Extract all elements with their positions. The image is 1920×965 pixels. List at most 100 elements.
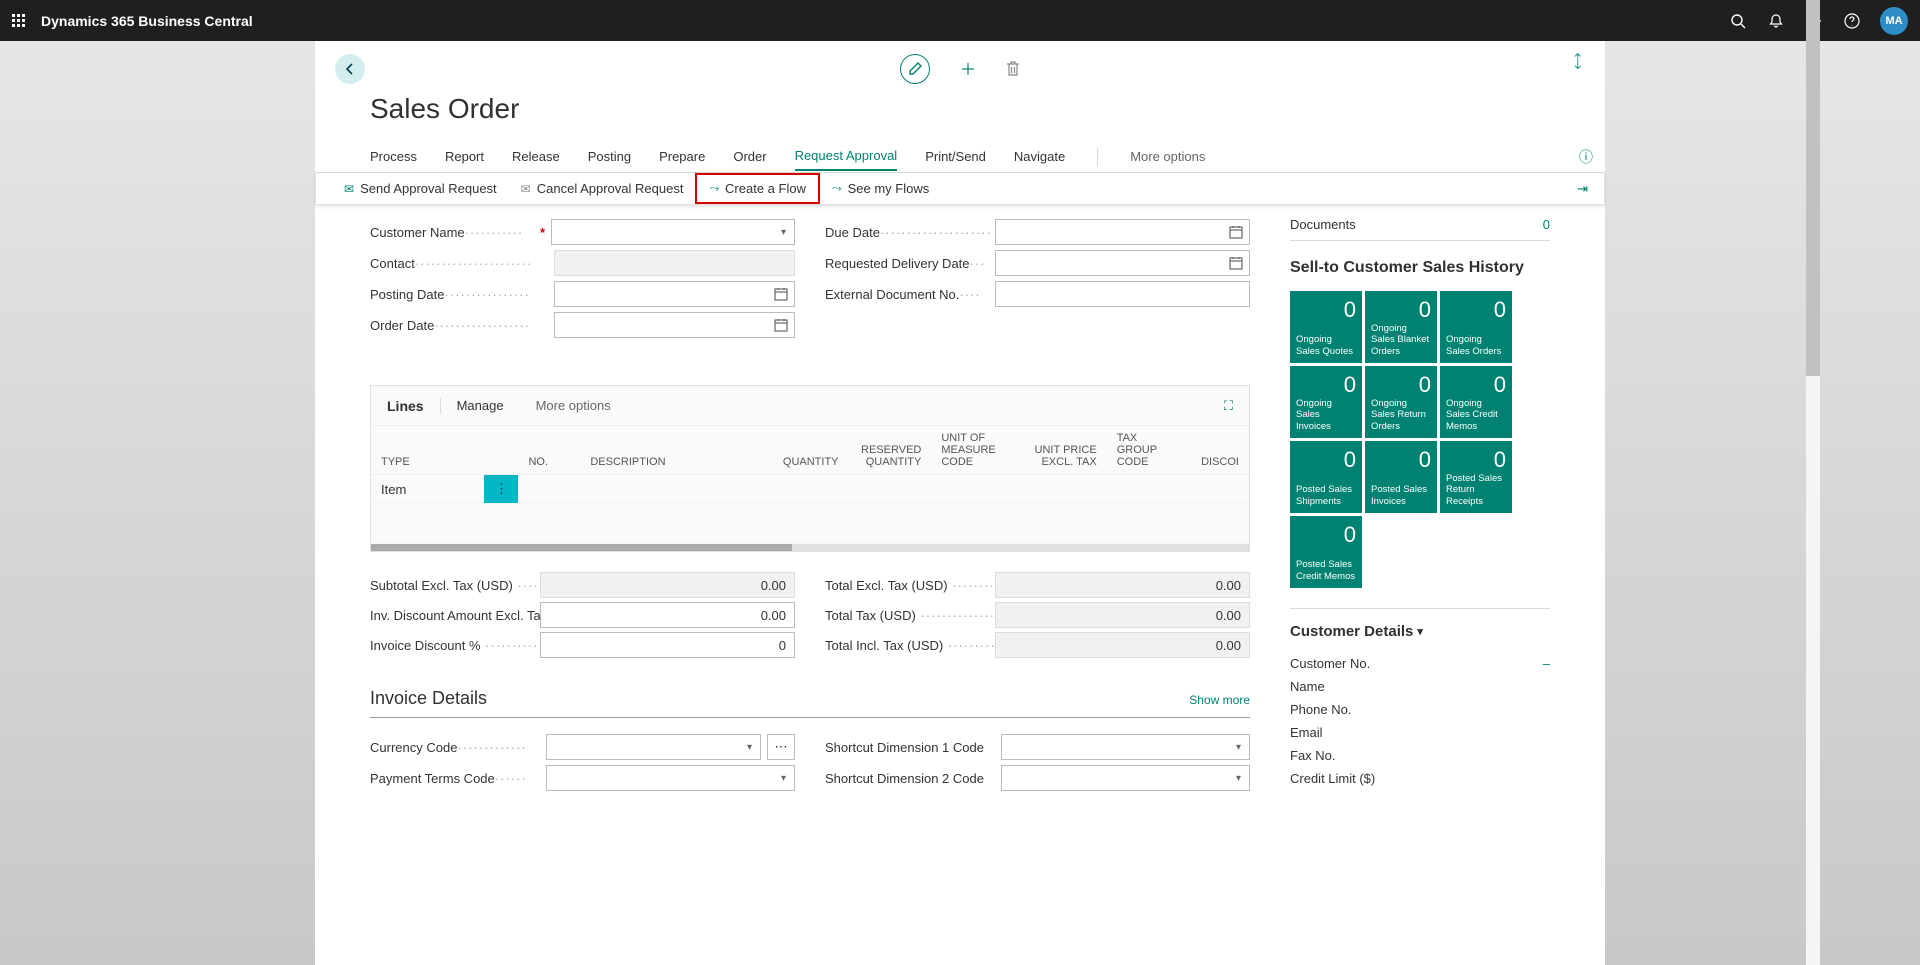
invdisc-input[interactable]: 0.00 <box>540 602 795 628</box>
see-my-flows[interactable]: ⤳ See my Flows <box>820 173 941 204</box>
avatar[interactable]: MA <box>1880 7 1908 35</box>
action-tabs: Process Report Release Posting Prepare O… <box>315 141 1605 173</box>
tab-print-send[interactable]: Print/Send <box>925 143 986 170</box>
tab-process[interactable]: Process <box>370 143 417 170</box>
label-customer-name: Customer Name <box>370 225 540 240</box>
tab-posting[interactable]: Posting <box>588 143 631 170</box>
label-req-delivery: Requested Delivery Date <box>825 256 995 271</box>
payment-input[interactable]: ▾ <box>546 765 795 791</box>
tile[interactable]: 0Posted Sales Shipments <box>1290 441 1362 513</box>
invoice-details-title[interactable]: Invoice Details <box>370 688 487 709</box>
col-unitprice[interactable]: UNIT PRICE EXCL. TAX <box>1014 426 1107 475</box>
create-a-flow[interactable]: ⤳ Create a Flow <box>695 173 820 204</box>
label-totexcl: Total Excl. Tax (USD) <box>825 578 995 593</box>
ellipsis-button[interactable]: ⋯ <box>767 734 795 760</box>
posting-date-input[interactable] <box>554 281 795 307</box>
horizontal-scrollbar[interactable] <box>371 544 1249 551</box>
label-totincl: Total Incl. Tax (USD) <box>825 638 995 653</box>
label-dim2: Shortcut Dimension 2 Code <box>825 771 995 786</box>
send-icon: ✉ <box>344 182 354 196</box>
col-taxgroup[interactable]: TAX GROUP CODE <box>1107 426 1190 475</box>
dim2-input[interactable]: ▾ <box>1001 765 1250 791</box>
customer-name-input[interactable]: ▾ <box>551 219 795 245</box>
calendar-icon <box>1229 256 1243 270</box>
col-desc[interactable]: DESCRIPTION <box>580 426 766 475</box>
documents-label[interactable]: Documents <box>1290 217 1356 232</box>
tab-release[interactable]: Release <box>512 143 560 170</box>
page-title: Sales Order <box>315 87 1605 141</box>
bell-icon[interactable] <box>1766 11 1786 31</box>
dim1-input[interactable]: ▾ <box>1001 734 1250 760</box>
help-icon[interactable] <box>1842 11 1862 31</box>
vertical-scrollbar[interactable] <box>1806 0 1820 965</box>
cust-row[interactable]: Customer No.– <box>1290 652 1550 675</box>
tile[interactable]: 0Ongoing Sales Credit Memos <box>1440 366 1512 438</box>
tab-request-approval[interactable]: Request Approval <box>795 142 898 171</box>
documents-count[interactable]: 0 <box>1543 217 1550 232</box>
back-button[interactable] <box>335 54 365 84</box>
required-icon: * <box>540 225 545 240</box>
label-invdisc: Inv. Discount Amount Excl. Tax (... <box>370 608 540 623</box>
tab-navigate[interactable]: Navigate <box>1014 143 1065 170</box>
app-name: Dynamics 365 Business Central <box>41 13 253 29</box>
row-menu-icon[interactable]: ⋮ <box>484 475 518 504</box>
cust-row[interactable]: Phone No. <box>1290 698 1550 721</box>
chevron-down-icon: ▾ <box>781 227 786 238</box>
new-button[interactable] <box>960 61 976 77</box>
col-disc[interactable]: DISCOI <box>1189 426 1249 475</box>
order-date-input[interactable] <box>554 312 795 338</box>
table-row[interactable]: Item ⋮ <box>371 475 1249 504</box>
label-posting-date: Posting Date <box>370 287 540 302</box>
chevron-down-icon: ▾ <box>1236 742 1241 753</box>
tile[interactable]: 0Posted Sales Credit Memos <box>1290 516 1362 588</box>
subtotal-value: 0.00 <box>540 572 795 598</box>
cust-row[interactable]: Fax No. <box>1290 744 1550 767</box>
edit-button[interactable] <box>900 54 930 84</box>
ext-doc-input[interactable] <box>995 281 1250 307</box>
tile[interactable]: 0Ongoing Sales Invoices <box>1290 366 1362 438</box>
info-icon[interactable]: ⓘ <box>1579 147 1593 167</box>
col-uom[interactable]: UNIT OF MEASURE CODE <box>931 426 1014 475</box>
tile[interactable]: 0Ongoing Sales Return Orders <box>1365 366 1437 438</box>
tile[interactable]: 0Ongoing Sales Quotes <box>1290 291 1362 363</box>
cust-row[interactable]: Name <box>1290 675 1550 698</box>
currency-input[interactable]: ▾ <box>546 734 761 760</box>
lines-more[interactable]: More options <box>520 398 627 413</box>
expand-icon[interactable]: ⛶ <box>1224 398 1233 414</box>
cust-row[interactable]: Email <box>1290 721 1550 744</box>
col-resqty[interactable]: RESERVED QUANTITY <box>849 426 932 475</box>
cust-row[interactable]: Credit Limit ($) <box>1290 767 1550 790</box>
tile[interactable]: 0Posted Sales Return Receipts <box>1440 441 1512 513</box>
tile[interactable]: 0Posted Sales Invoices <box>1365 441 1437 513</box>
label-tottax: Total Tax (USD) <box>825 608 995 623</box>
delete-button[interactable] <box>1006 61 1020 77</box>
col-no[interactable]: NO. <box>518 426 580 475</box>
cancel-icon: ✉ <box>521 182 531 196</box>
col-qty[interactable]: QUANTITY <box>766 426 849 475</box>
req-delivery-input[interactable] <box>995 250 1250 276</box>
label-payment: Payment Terms Code <box>370 771 540 786</box>
label-contact: Contact <box>370 256 540 271</box>
show-more[interactable]: Show more <box>1189 693 1250 707</box>
top-bar: Dynamics 365 Business Central MA <box>0 0 1920 41</box>
invpct-input[interactable]: 0 <box>540 632 795 658</box>
col-type[interactable]: TYPE <box>371 426 484 475</box>
due-date-input[interactable] <box>995 219 1250 245</box>
tab-prepare[interactable]: Prepare <box>659 143 705 170</box>
customer-details-title[interactable]: Customer Details ▾ <box>1290 608 1550 640</box>
cancel-approval-request[interactable]: ✉ Cancel Approval Request <box>509 173 696 204</box>
app-launcher-icon[interactable] <box>12 14 25 27</box>
chevron-down-icon: ▾ <box>747 742 752 753</box>
tile[interactable]: 0Ongoing Sales Blanket Orders <box>1365 291 1437 363</box>
tile[interactable]: 0Ongoing Sales Orders <box>1440 291 1512 363</box>
lines-manage[interactable]: Manage <box>441 398 520 413</box>
tab-order[interactable]: Order <box>733 143 766 170</box>
pin-icon[interactable]: ⇥ <box>1577 181 1588 197</box>
calendar-icon <box>1229 225 1243 239</box>
send-approval-request[interactable]: ✉ Send Approval Request <box>332 173 509 204</box>
collapse-icon[interactable]: ⤢ <box>1568 51 1590 73</box>
tab-report[interactable]: Report <box>445 143 484 170</box>
more-options[interactable]: More options <box>1130 149 1205 164</box>
label-order-date: Order Date <box>370 318 540 333</box>
search-icon[interactable] <box>1728 11 1748 31</box>
